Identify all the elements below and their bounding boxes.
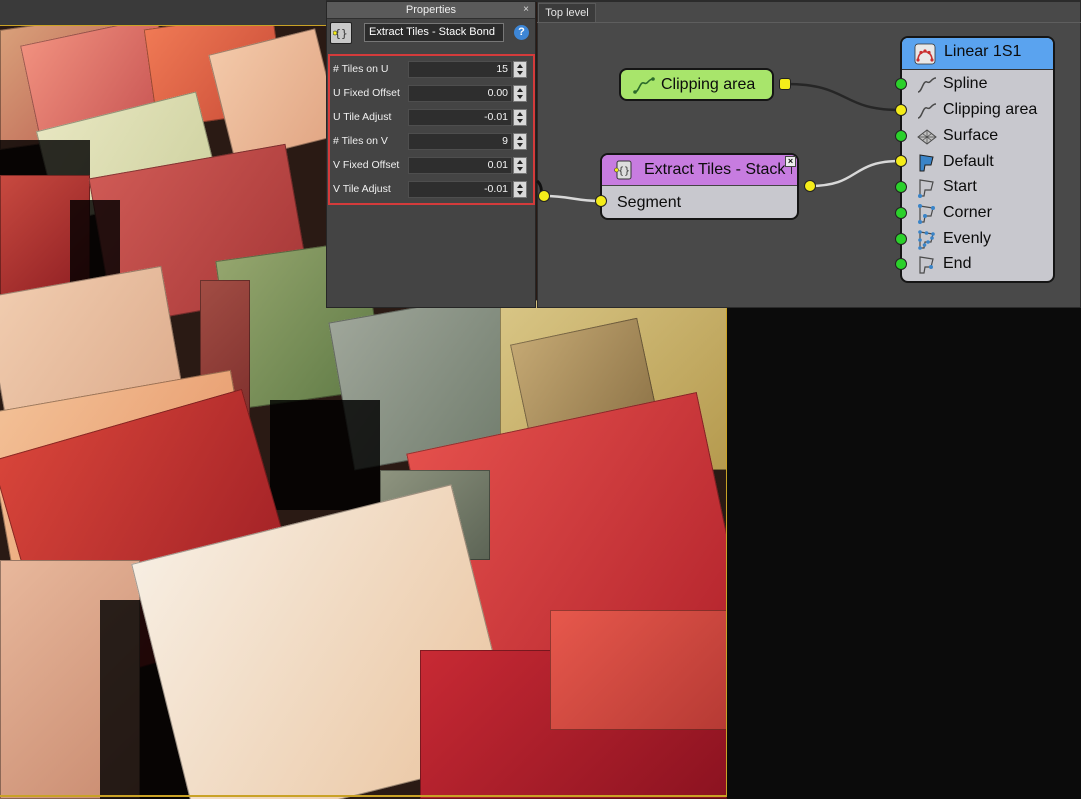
input-row-default: Default	[902, 151, 1053, 175]
param-row-u-fixed-offset: U Fixed Offset 0.00	[330, 83, 533, 105]
input-label: Default	[943, 153, 994, 170]
input-port-default[interactable]	[895, 155, 907, 167]
spinner-arrows-icon[interactable]	[513, 109, 527, 126]
input-label: Start	[943, 178, 977, 195]
input-label: Clipping area	[943, 101, 1038, 118]
node-label: Clipping area	[661, 76, 756, 93]
svg-text:{}: {}	[618, 166, 630, 177]
spinner-arrows-icon[interactable]	[513, 85, 527, 102]
param-row-v-tile-adjust: V Tile Adjust -0.01	[330, 179, 533, 201]
spline-icon	[633, 77, 655, 94]
param-value-input[interactable]: 15	[408, 61, 512, 78]
param-label: U Fixed Offset	[333, 87, 400, 99]
param-value-input[interactable]: -0.01	[408, 181, 512, 198]
param-label: # Tiles on U	[333, 63, 389, 75]
close-icon[interactable]: ×	[523, 2, 529, 18]
end-shape-icon	[919, 256, 934, 274]
properties-titlebar[interactable]: Properties ×	[327, 2, 535, 19]
param-row-tiles-on-u: # Tiles on U 15	[330, 59, 533, 81]
input-row-start: Start	[902, 176, 1053, 200]
evenly-shape-icon	[918, 230, 935, 250]
param-value-input[interactable]: 9	[408, 133, 512, 150]
input-port-segment[interactable]	[595, 195, 607, 207]
node-title: Linear 1S1	[944, 43, 1022, 60]
spline-icon	[917, 77, 937, 93]
param-label: U Tile Adjust	[333, 111, 392, 123]
spline-icon	[917, 103, 937, 119]
input-port-clipping-area[interactable]	[895, 104, 907, 116]
param-row-v-fixed-offset: V Fixed Offset 0.01	[330, 155, 533, 177]
input-port-spline[interactable]	[895, 78, 907, 90]
linear-1s1-node[interactable]: Linear 1S1 Spline Clipping area Surface …	[900, 36, 1055, 283]
input-port-surface[interactable]	[895, 130, 907, 142]
node-header[interactable]: Linear 1S1	[902, 38, 1053, 70]
start-shape-icon	[918, 179, 934, 198]
node-header[interactable]: {} Extract Tiles - Stack Bond ×	[602, 155, 797, 186]
extract-tiles-icon: {}	[614, 160, 632, 180]
tab-top-level[interactable]: Top level	[538, 3, 596, 22]
surface-icon	[917, 129, 937, 145]
input-row-clipping-area: Clipping area	[902, 99, 1053, 123]
close-icon[interactable]: ×	[785, 156, 796, 167]
input-label: Spline	[943, 75, 988, 92]
input-label: End	[943, 255, 972, 272]
param-value-input[interactable]: -0.01	[408, 109, 512, 126]
input-row-surface: Surface	[902, 125, 1053, 149]
output-port[interactable]	[779, 78, 791, 90]
properties-panel: Properties × {} Extract Tiles - Stack Bo…	[326, 1, 536, 308]
output-port[interactable]	[804, 180, 816, 192]
texture-tile	[550, 610, 727, 730]
spinner-arrows-icon[interactable]	[513, 181, 527, 198]
spinner-arrows-icon[interactable]	[513, 157, 527, 174]
input-port-corner[interactable]	[895, 207, 907, 219]
param-label: # Tiles on V	[333, 135, 388, 147]
extract-tiles-icon: {}	[330, 22, 352, 44]
linear-distribution-icon	[914, 43, 936, 65]
tab-divider	[537, 22, 1081, 23]
input-label: Corner	[943, 204, 992, 221]
viewport-top-strip	[0, 0, 326, 26]
param-row-u-tile-adjust: U Tile Adjust -0.01	[330, 107, 533, 129]
input-label: Evenly	[943, 230, 992, 247]
shadow-area	[270, 400, 380, 510]
spinner-arrows-icon[interactable]	[513, 133, 527, 150]
input-row-corner: Corner	[902, 202, 1053, 226]
input-port[interactable]	[538, 190, 550, 202]
help-icon[interactable]: ?	[514, 25, 529, 40]
input-row-end: End	[902, 253, 1053, 277]
dark-background	[727, 308, 1081, 799]
corner-shape-icon	[918, 204, 935, 224]
node-title: Extract Tiles - Stack Bond	[644, 161, 792, 178]
input-port-evenly[interactable]	[895, 233, 907, 245]
input-row-spline: Spline	[902, 73, 1053, 97]
param-label: V Fixed Offset	[333, 159, 400, 171]
input-label: Surface	[943, 127, 999, 144]
input-port-end[interactable]	[895, 258, 907, 270]
extract-tiles-node[interactable]: {} Extract Tiles - Stack Bond × Segment	[600, 153, 799, 220]
node-name-field[interactable]: Extract Tiles - Stack Bond	[364, 23, 504, 42]
param-value-input[interactable]: 0.00	[408, 85, 512, 102]
parameters-group: # Tiles on U 15 U Fixed Offset 0.00 U Ti…	[328, 54, 535, 205]
param-row-tiles-on-v: # Tiles on V 9	[330, 131, 533, 153]
param-label: V Tile Adjust	[333, 183, 391, 195]
input-label-segment: Segment	[617, 194, 682, 211]
input-port-start[interactable]	[895, 181, 907, 193]
input-row-evenly: Evenly	[902, 228, 1053, 252]
clipping-area-node[interactable]: Clipping area	[619, 68, 774, 101]
properties-title: Properties	[405, 4, 457, 16]
param-value-input[interactable]: 0.01	[408, 157, 512, 174]
default-shape-icon	[919, 154, 934, 172]
spinner-arrows-icon[interactable]	[513, 61, 527, 78]
